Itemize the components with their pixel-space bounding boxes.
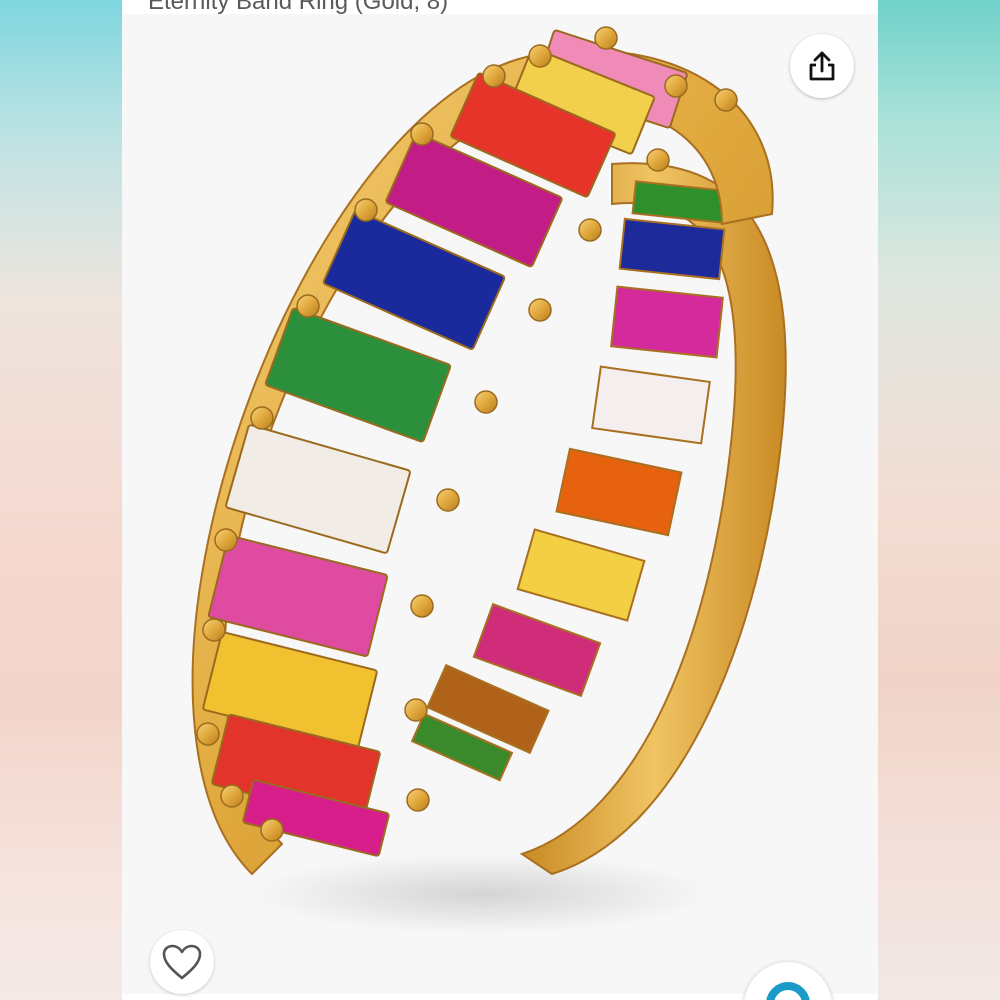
product-image-area[interactable] [122,14,878,1000]
lens-search-icon [766,982,810,1000]
share-button[interactable] [790,34,854,98]
heart-icon [162,944,202,980]
product-card: Eternity Band Ring (Gold, 8) [122,0,878,1000]
product-title-strip: Eternity Band Ring (Gold, 8) [122,0,878,14]
wishlist-button[interactable] [150,930,214,994]
product-title: Eternity Band Ring (Gold, 8) [148,0,449,14]
background-left-blur [0,0,122,1000]
background-right-blur [878,0,1000,1000]
product-image [191,26,787,934]
share-icon [809,51,835,81]
